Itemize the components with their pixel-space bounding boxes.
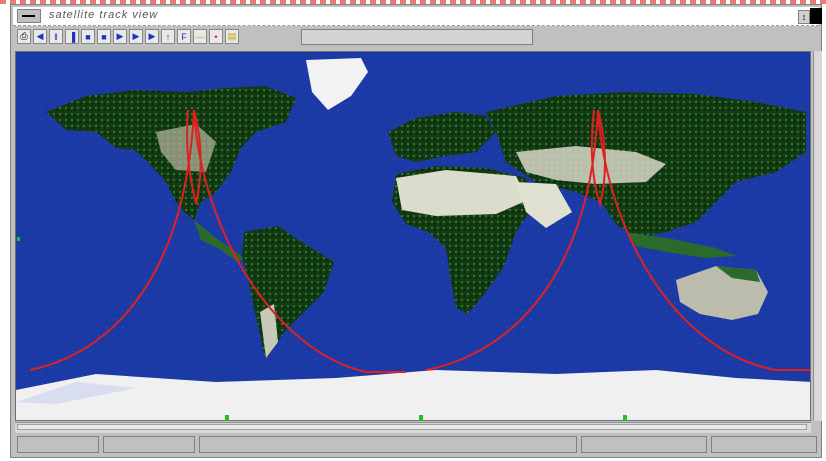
window-menu-icon[interactable] — [17, 9, 41, 23]
vertical-scrollbar[interactable] — [813, 51, 822, 421]
pause-icon: ‖ — [54, 31, 58, 42]
folder-button[interactable]: ▤ — [225, 29, 239, 44]
step-back-button[interactable]: ◀ — [33, 29, 47, 44]
status-pane-1 — [17, 436, 99, 453]
toolbar: ⎙ ◀ ‖ ▐ ■ ■ ▶ ▶ ▶ ↑ F — • ▤ — [13, 27, 819, 49]
line-icon: — — [195, 31, 205, 42]
play-button[interactable]: ▶ — [113, 29, 127, 44]
grid-marker — [623, 415, 627, 421]
horizontal-scroll-thumb[interactable] — [17, 424, 807, 430]
status-pane-4 — [581, 436, 707, 453]
pin-icon: ↑ — [165, 31, 171, 42]
flag-icon: F — [181, 31, 187, 42]
stop-button[interactable]: ■ — [81, 29, 95, 44]
step-back-icon: ◀ — [36, 31, 44, 41]
restore-button[interactable]: ↕ — [798, 10, 810, 24]
frame-back-button[interactable]: ▐ — [65, 29, 79, 44]
print-button[interactable]: ⎙ — [17, 29, 31, 44]
world-map[interactable] — [15, 51, 811, 421]
status-pane-5 — [711, 436, 817, 453]
toolbar-field[interactable] — [301, 29, 533, 45]
line-button[interactable]: — — [193, 29, 207, 44]
grid-marker — [225, 415, 229, 421]
print-icon: ⎙ — [20, 31, 28, 41]
status-pane-2 — [103, 436, 195, 453]
marker-red-button[interactable]: • — [209, 29, 223, 44]
grid-marker — [419, 415, 423, 421]
title-bar[interactable]: satellite track view ↕ — [13, 7, 822, 26]
map-canvas — [16, 52, 810, 420]
pause-button[interactable]: ‖ — [49, 29, 63, 44]
folder-icon: ▤ — [227, 31, 237, 41]
equator-marker — [17, 237, 20, 241]
stop-square-icon: ■ — [101, 31, 107, 42]
step-forward-button[interactable]: ▶ — [129, 29, 143, 44]
status-bar — [13, 435, 819, 455]
fast-forward-button[interactable]: ▶ — [145, 29, 159, 44]
status-pane-3 — [199, 436, 577, 453]
step-forward-icon: ▶ — [132, 31, 140, 41]
window-title: satellite track view — [49, 9, 159, 21]
antarctica — [16, 370, 810, 420]
close-button[interactable] — [810, 8, 822, 24]
stop-square-button[interactable]: ■ — [97, 29, 111, 44]
fast-forward-icon: ▶ — [148, 31, 156, 41]
frame-back-icon: ▐ — [68, 31, 76, 42]
horizontal-scrollbar[interactable] — [15, 422, 811, 433]
marker-red-icon: • — [214, 31, 218, 42]
pin-button[interactable]: ↑ — [161, 29, 175, 44]
main-window: satellite track view ↕ ⎙ ◀ ‖ ▐ ■ ■ ▶ ▶ ▶ ↑ F — • ▤ — [10, 4, 822, 458]
stop-icon: ■ — [85, 31, 91, 42]
play-icon: ▶ — [116, 31, 124, 41]
flag-button[interactable]: F — [177, 29, 191, 44]
